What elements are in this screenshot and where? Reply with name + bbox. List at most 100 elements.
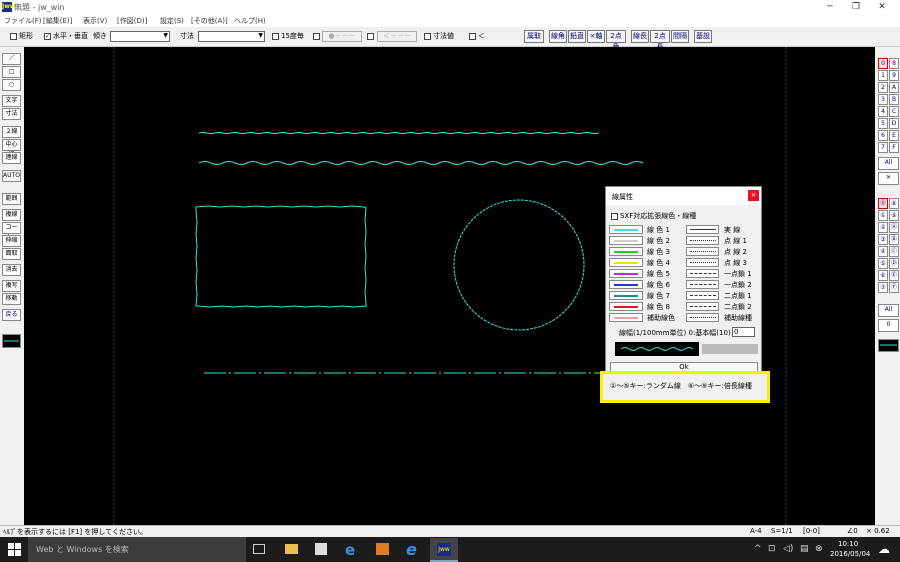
layer-group-e[interactable]: E — [889, 130, 899, 141]
arrow-checkbox[interactable] — [367, 33, 374, 40]
layer-c[interactable]: Ⓒ — [889, 246, 899, 257]
angle-indicator[interactable]: ∠0 — [847, 527, 858, 535]
attr-get-button[interactable]: 属取 — [524, 30, 544, 43]
corner-tool[interactable]: コーナー — [2, 222, 21, 241]
zoom-indicator[interactable]: × 0.62 — [866, 527, 890, 535]
color-2-button[interactable] — [609, 236, 643, 245]
linetype-chain2-button[interactable] — [686, 280, 719, 289]
offset-tool[interactable]: 複線 — [2, 209, 21, 221]
layer-group-0[interactable]: 0 — [878, 58, 888, 69]
layer-group-6[interactable]: 6 — [878, 130, 888, 141]
dim-combo[interactable]: ▼ — [198, 31, 265, 42]
menu-settings[interactable]: 設定(S) — [160, 16, 184, 26]
edge-icon[interactable]: e — [345, 541, 355, 559]
text-tool[interactable]: 文字 — [2, 95, 21, 107]
layer-zero[interactable]: 0 — [878, 319, 899, 332]
linetype-chain1-button[interactable] — [686, 269, 719, 278]
windows-start-icon[interactable] — [8, 543, 21, 556]
slope-combo[interactable]: ▼ — [110, 31, 170, 42]
layer-0[interactable]: ⓪ — [878, 198, 888, 209]
aux-color-button[interactable] — [609, 313, 643, 322]
rect-tool[interactable]: □ — [2, 66, 21, 78]
two-point-length-button[interactable]: 2点長 — [650, 30, 670, 51]
hv-option[interactable]: ✓ 水平・垂直 — [44, 31, 88, 41]
linetype-dot2-button[interactable] — [686, 247, 719, 256]
lt-option[interactable]: ＜ — [469, 31, 485, 41]
menu-file[interactable]: ファイル(F) — [4, 16, 42, 26]
layer-indicator[interactable]: [0-0] — [803, 527, 820, 535]
menu-help[interactable]: ヘルプ(H) — [234, 16, 266, 26]
color-5-button[interactable] — [609, 269, 643, 278]
layer-9[interactable]: ⑨ — [889, 210, 899, 221]
chevron-up-icon[interactable]: ^ — [754, 544, 762, 554]
layer-group-4[interactable]: 4 — [878, 106, 888, 117]
layer-group-c[interactable]: C — [889, 106, 899, 117]
layer-group-d[interactable]: D — [889, 118, 899, 129]
line-tool[interactable]: ／ — [2, 53, 21, 65]
layer-group-a[interactable]: A — [889, 82, 899, 93]
scale-indicator[interactable]: S=1/1 — [771, 527, 793, 535]
linetype-solid-button[interactable] — [686, 225, 719, 234]
clock-time[interactable]: 10:10 — [838, 540, 858, 548]
center-line-tool[interactable]: 中心線 — [2, 139, 21, 158]
notification-icon[interactable]: ▤ — [800, 544, 809, 554]
store-icon[interactable] — [315, 543, 327, 555]
layer-4[interactable]: ④ — [878, 246, 888, 257]
layer-group-2[interactable]: 2 — [878, 82, 888, 93]
layer-group-1[interactable]: 1 — [878, 70, 888, 81]
rect-option[interactable]: 矩形 — [10, 31, 33, 41]
chamfer-tool[interactable]: 面取 — [2, 248, 21, 260]
lt-checkbox[interactable] — [469, 32, 476, 40]
paper-size[interactable]: A-4 — [750, 527, 762, 535]
base-set-button[interactable]: 基設 — [694, 30, 712, 43]
layer-group-3[interactable]: 3 — [878, 94, 888, 105]
circle-tool[interactable]: ○ — [2, 79, 21, 91]
layer-group-x[interactable]: ✕ — [878, 172, 899, 185]
sxf-checkbox[interactable] — [611, 212, 618, 220]
interval-button[interactable]: 間隔 — [671, 30, 689, 43]
menu-draw[interactable]: [作図(D)] — [117, 16, 147, 26]
layer-group-f[interactable]: F — [889, 142, 899, 153]
menu-view[interactable]: 表示(V) — [83, 16, 107, 26]
linetype-checkbox[interactable] — [313, 33, 320, 40]
linetype-aux-button[interactable] — [686, 313, 719, 322]
copy-tool[interactable]: 複写 — [2, 280, 21, 292]
media-player-icon[interactable] — [376, 543, 389, 555]
rect-checkbox[interactable] — [10, 32, 17, 40]
color-7-button[interactable] — [609, 291, 643, 300]
linetype-dot3-button[interactable] — [686, 258, 719, 267]
connect-tool[interactable]: 連線 — [2, 152, 21, 164]
file-explorer-icon[interactable] — [285, 544, 298, 554]
color-6-button[interactable] — [609, 280, 643, 289]
layer-all[interactable]: All — [878, 304, 899, 317]
x-axis-button[interactable]: ×軸 — [587, 30, 605, 43]
menu-other[interactable]: [その他(A)] — [191, 16, 228, 26]
layer-1[interactable]: ① — [878, 210, 888, 221]
sxf-option[interactable]: SXF対応拡張線色・線種 — [611, 211, 696, 221]
volume-icon[interactable]: ◁) — [783, 544, 793, 554]
undo-tool[interactable]: 戻る — [2, 309, 21, 321]
layer-group-all[interactable]: All — [878, 157, 899, 170]
layer-group-5[interactable]: 5 — [878, 118, 888, 129]
two-point-angle-button[interactable]: 2点角 — [606, 30, 626, 51]
layer-group-b[interactable]: B — [889, 94, 899, 105]
linetype-double-chain1-button[interactable] — [686, 291, 719, 300]
linetype-double-chain2-button[interactable] — [686, 302, 719, 311]
layer-d[interactable]: Ⓓ — [889, 258, 899, 269]
minimize-button[interactable]: ─ — [820, 1, 840, 13]
linetype-dot1-button[interactable] — [686, 236, 719, 245]
layer-6[interactable]: ⑥ — [878, 270, 888, 281]
restore-button[interactable]: ❐ — [846, 1, 866, 13]
layer-e[interactable]: Ⓔ — [889, 270, 899, 281]
layer-group-9[interactable]: 9 — [889, 70, 899, 81]
deg15-option[interactable]: 15度毎 — [272, 31, 304, 41]
layer-group-7[interactable]: 7 — [878, 142, 888, 153]
linetype-preview[interactable] — [2, 334, 21, 348]
hv-checkbox[interactable]: ✓ — [44, 32, 51, 40]
clock-date[interactable]: 2016/05/04 — [830, 550, 870, 558]
color-8-button[interactable] — [609, 302, 643, 311]
color-3-button[interactable] — [609, 247, 643, 256]
weather-icon[interactable]: ☁ — [878, 542, 890, 556]
stretch-tool[interactable]: 伸縮 — [2, 235, 21, 247]
layer-f[interactable]: Ⓕ — [889, 282, 899, 293]
